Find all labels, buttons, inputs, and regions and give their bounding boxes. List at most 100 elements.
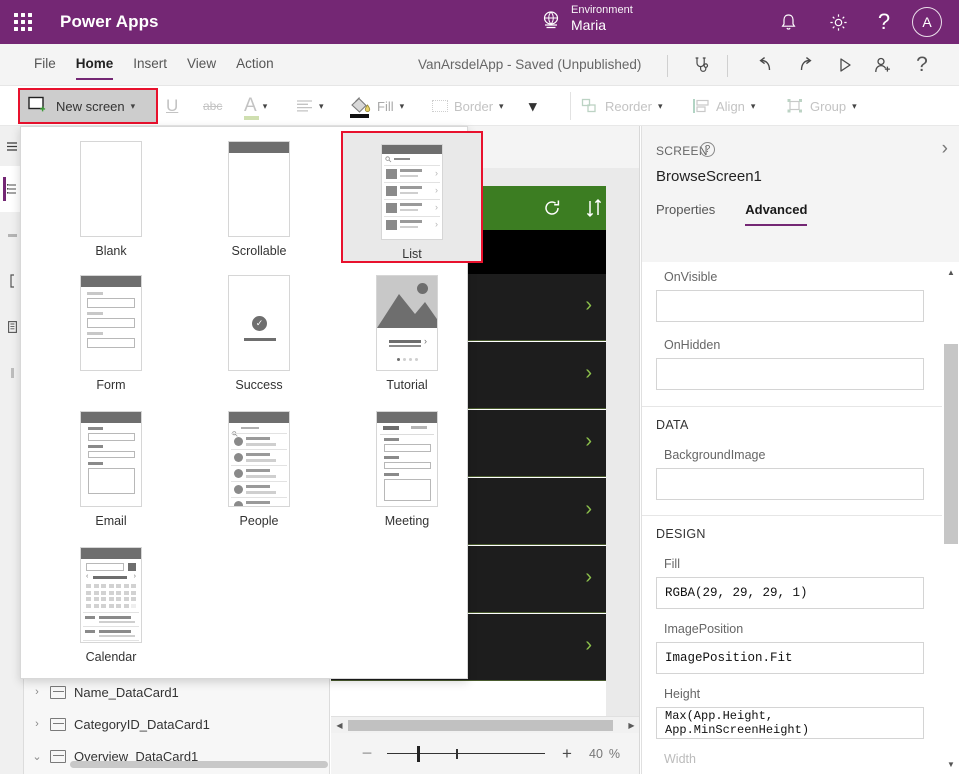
paint-bucket-icon (348, 95, 372, 118)
menu-item-insert[interactable]: Insert (123, 44, 177, 86)
canvas-horizontal-scrollbar[interactable]: ◀ ▶ (331, 716, 639, 734)
template-thumbnail (80, 141, 142, 237)
chevron-down-icon: ▾ (750, 100, 756, 111)
divider (570, 92, 571, 120)
chevron-right-icon: › (424, 336, 427, 346)
template-form[interactable]: Form (47, 275, 175, 401)
section-header-design: DESIGN (656, 527, 706, 541)
tree-twisty-icon[interactable]: › (24, 718, 50, 730)
underline-button[interactable]: U (166, 88, 178, 124)
tree-horizontal-scrollbar[interactable] (70, 761, 328, 768)
chevron-right-icon: › (585, 362, 592, 384)
menu-item-action[interactable]: Action (226, 44, 284, 86)
tab-properties[interactable]: Properties (656, 196, 729, 226)
zoom-in-button[interactable]: + (559, 744, 575, 764)
reorder-button[interactable]: Reorder ▾ (581, 88, 663, 124)
redo-icon[interactable] (789, 44, 823, 86)
template-scrollable[interactable]: Scrollable (195, 141, 323, 267)
template-thumbnail: ✓ (228, 275, 290, 371)
fill-button[interactable]: Fill ▾ (348, 88, 404, 124)
zoom-out-button[interactable]: − (359, 743, 375, 764)
text-align-button[interactable]: ▾ (296, 88, 324, 124)
template-success[interactable]: ✓ Success (195, 275, 323, 401)
tree-row[interactable]: › CategoryID_DataCard1 (24, 708, 329, 740)
app-launcher-icon[interactable] (0, 0, 46, 44)
template-tutorial[interactable]: › Tutorial (343, 275, 471, 401)
chevron-right-icon: › (435, 167, 438, 178)
section-header-data: DATA (656, 418, 689, 432)
property-label-height: Height (664, 687, 701, 701)
menu-item-file[interactable]: File (24, 44, 66, 86)
help-icon[interactable]: ? (905, 44, 939, 86)
thumb-list-row: › (384, 181, 440, 198)
tree-row-label: Name_DataCard1 (74, 684, 179, 700)
chevron-down-icon: ▾ (262, 100, 268, 111)
tree-row[interactable]: › Name_DataCard1 (24, 676, 329, 708)
template-calendar[interactable]: ‹ › Calendar (47, 547, 175, 673)
property-input-onhidden[interactable] (656, 358, 924, 390)
help-question-icon[interactable]: ? (700, 142, 715, 157)
property-input-backgroundimage[interactable] (656, 468, 924, 500)
template-blank[interactable]: Blank (47, 141, 175, 267)
chevron-down-icon: ▾ (529, 98, 537, 115)
preview-play-icon[interactable] (828, 44, 862, 86)
zoom-slider-tick (456, 748, 458, 759)
new-screen-button[interactable]: New screen ▾ (20, 90, 156, 122)
refresh-icon[interactable] (539, 195, 565, 221)
chevron-right-icon[interactable]: › (942, 138, 948, 160)
ribbon-expand-button[interactable]: ▾ (529, 88, 537, 124)
template-meeting[interactable]: Meeting (343, 411, 471, 537)
scroll-right-arrow-icon[interactable]: ▶ (623, 717, 639, 734)
property-input-onvisible[interactable] (656, 290, 924, 322)
template-email[interactable]: Email (47, 411, 175, 537)
zoom-slider-handle[interactable] (417, 745, 420, 762)
chevron-down-icon: ▾ (852, 100, 857, 111)
menu-item-home[interactable]: Home (66, 44, 124, 86)
property-input-height[interactable]: Max(App.Height, App.MinScreenHeight) (656, 707, 924, 739)
app-checker-icon[interactable] (684, 44, 718, 86)
tab-advanced[interactable]: Advanced (745, 196, 821, 226)
settings-gear-icon[interactable] (818, 0, 858, 44)
chevron-right-icon: › (435, 184, 438, 195)
reorder-icon (581, 98, 596, 113)
share-person-plus-icon[interactable] (866, 44, 900, 86)
selected-screen-name: BrowseScreen1 (656, 168, 762, 185)
property-label-width: Width (664, 752, 696, 766)
strikethrough-button[interactable]: abc (203, 88, 222, 124)
calendar-prev-icon: ‹ (86, 573, 89, 580)
notifications-bell-icon[interactable] (768, 0, 808, 44)
new-screen-flyout: Blank Scrollable › › › › List Form ✓ Suc… (20, 126, 483, 679)
property-input-imageposition[interactable]: ImagePosition.Fit (656, 642, 924, 674)
thumb-list-row: › (384, 164, 440, 181)
border-button[interactable]: Border ▾ (432, 88, 504, 124)
template-people[interactable]: People (195, 411, 323, 537)
group-button[interactable]: Group ▾ (786, 88, 857, 124)
environment-selector[interactable]: Environment Maria (540, 4, 633, 33)
font-color-button[interactable]: A ▾ (244, 88, 267, 124)
property-label-fill: Fill (664, 557, 680, 571)
new-screen-icon (28, 96, 48, 116)
chevron-right-icon: › (585, 430, 592, 452)
template-label: Blank (95, 244, 127, 258)
avatar[interactable]: A (912, 7, 942, 37)
scrollbar-thumb[interactable] (348, 720, 613, 731)
properties-vertical-scrollbar[interactable]: ▲ ▼ (943, 262, 959, 774)
scroll-up-arrow-icon[interactable]: ▲ (943, 264, 959, 280)
thumb-header-bar (377, 412, 437, 423)
sort-icon[interactable] (581, 195, 607, 221)
zoom-slider[interactable] (387, 745, 545, 762)
data-card-icon (50, 749, 66, 763)
scrollbar-thumb[interactable] (944, 344, 958, 544)
menu-item-view[interactable]: View (177, 44, 226, 86)
property-input-fill[interactable]: RGBA(29, 29, 29, 1) (656, 577, 924, 609)
group-icon (787, 99, 802, 113)
tree-twisty-icon[interactable]: ⌄ (24, 750, 50, 763)
undo-icon[interactable] (748, 44, 782, 86)
align-objects-button[interactable]: Align ▾ (692, 88, 755, 124)
scroll-down-arrow-icon[interactable]: ▼ (943, 756, 959, 772)
template-list[interactable]: › › › › List (341, 131, 483, 263)
chevron-down-icon: ▾ (499, 100, 504, 111)
tree-twisty-icon[interactable]: › (24, 686, 50, 698)
help-question-icon[interactable]: ? (864, 0, 904, 44)
scroll-left-arrow-icon[interactable]: ◀ (331, 717, 348, 734)
